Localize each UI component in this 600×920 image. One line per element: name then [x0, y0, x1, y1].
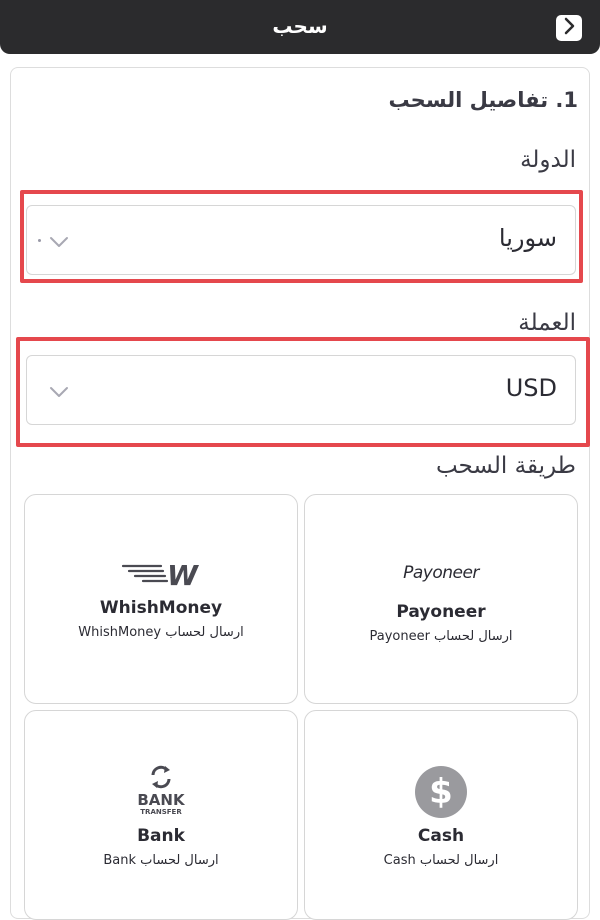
dollar-coin-icon: $	[305, 766, 577, 818]
currency-highlight	[16, 337, 590, 447]
chevron-right-icon	[563, 17, 575, 39]
back-button[interactable]	[556, 15, 582, 41]
method-label: طريقة السحب	[435, 453, 576, 479]
app-header: سحب	[0, 0, 600, 54]
bank-transfer-icon: BANK TRANSFER	[25, 763, 297, 817]
method-card-whishmoney[interactable]: W WhishMoney ارسال لحساب WhishMoney	[24, 494, 298, 704]
method-name: Payoneer	[396, 602, 486, 622]
section-title: 1. تفاصيل السحب	[388, 88, 578, 112]
method-name: WhishMoney	[99, 598, 223, 618]
method-desc: ارسال لحساب Bank	[103, 853, 219, 868]
country-highlight	[20, 190, 583, 283]
method-desc: ارسال لحساب WhishMoney	[78, 625, 244, 640]
method-card-cash[interactable]: $ Cash ارسال لحساب Cash	[304, 710, 578, 920]
method-card-payoneer[interactable]: Payoneer Payoneer ارسال لحساب Payoneer	[304, 494, 578, 704]
payoneer-logo-icon: Payoneer	[403, 563, 479, 583]
country-label: الدولة	[520, 147, 576, 173]
method-name: Bank	[137, 826, 185, 846]
currency-label: العملة	[518, 310, 576, 336]
svg-text:W: W	[167, 559, 199, 589]
method-name: Cash	[417, 826, 465, 846]
method-card-bank[interactable]: BANK TRANSFER Bank ارسال لحساب Bank	[24, 710, 298, 920]
whishmoney-logo-icon: W	[25, 555, 297, 591]
method-desc: ارسال لحساب Cash	[383, 853, 499, 868]
page-title: سحب	[272, 14, 328, 38]
method-desc: ارسال لحساب Payoneer	[369, 629, 513, 644]
